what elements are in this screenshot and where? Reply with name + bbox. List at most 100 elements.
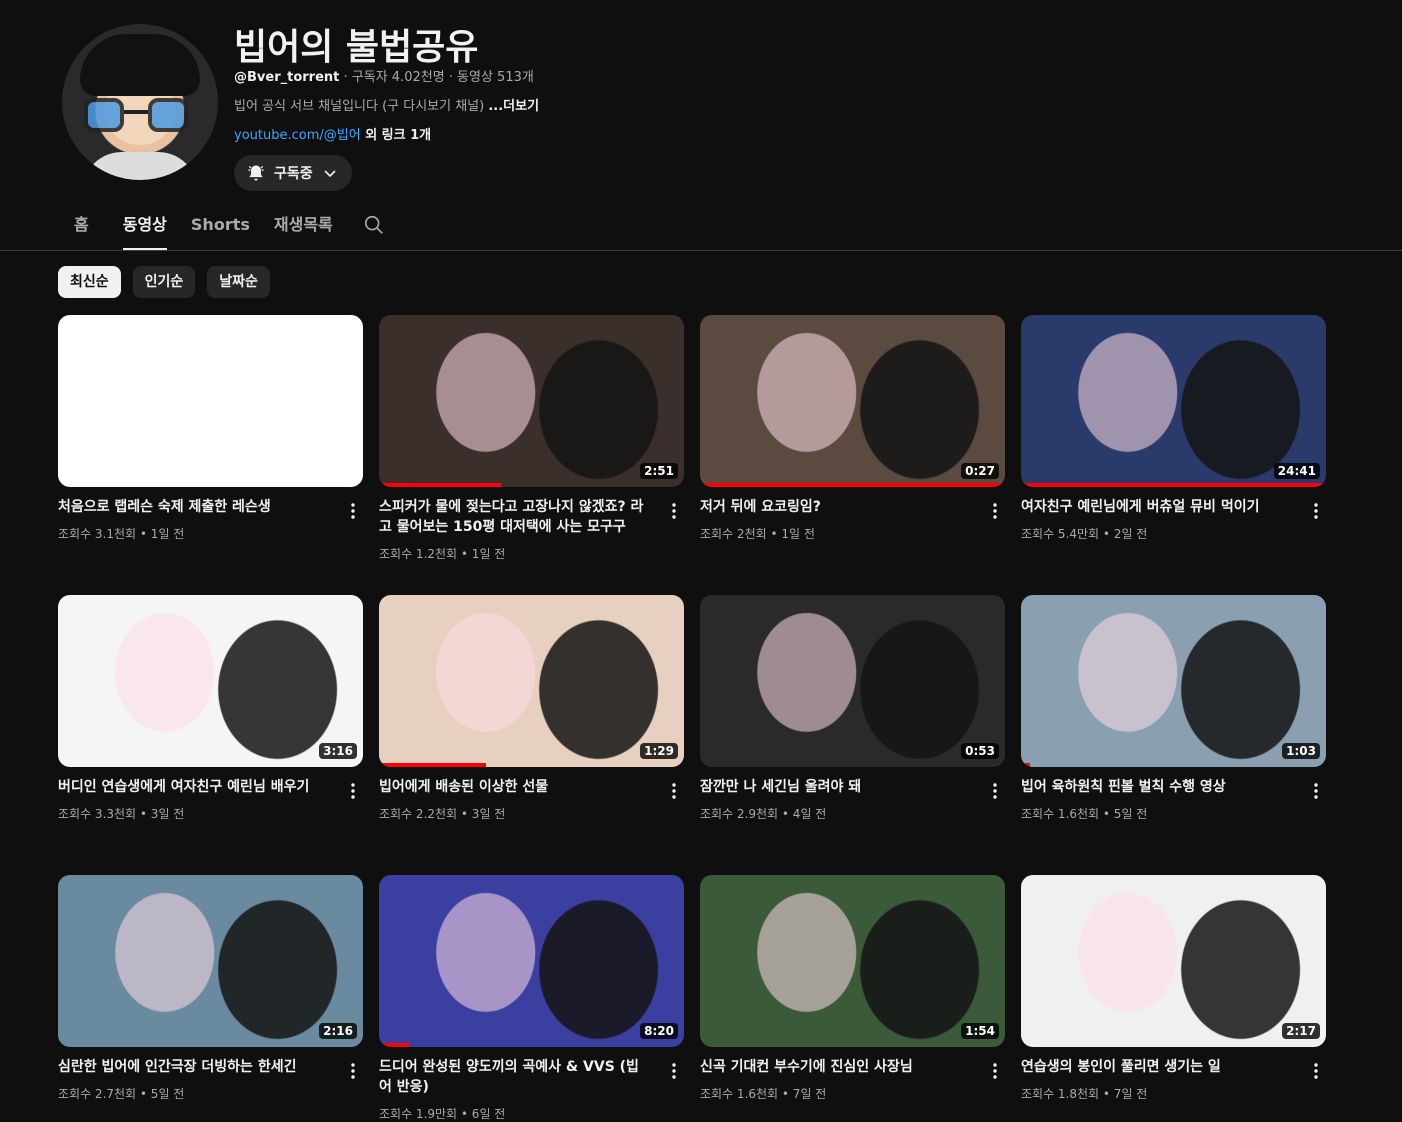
video-duration: 0:53 — [961, 743, 999, 759]
video-meta: 조회수 5.4만회 • 2일 전 — [1021, 527, 1148, 541]
thumbnail-art — [700, 315, 1005, 487]
video-meta: 조회수 1.8천회 • 7일 전 — [1021, 1087, 1148, 1101]
thumbnail-art — [700, 595, 1005, 767]
video-thumbnail[interactable]: 1:03 — [1021, 595, 1326, 767]
video-title[interactable]: 저거 뒤에 요코링임? — [700, 497, 972, 517]
search-icon[interactable] — [363, 214, 385, 236]
video-title[interactable]: 여자친구 예린님에게 버츄얼 뮤비 먹이기 — [1021, 497, 1293, 517]
video-grid: 처음으로 랩레슨 숙제 제출한 레슨생 조회수 3.1천회 • 1일 전 2:51 스… — [58, 315, 1328, 1122]
more-options-icon[interactable] — [343, 501, 363, 521]
video-card[interactable]: 24:41 여자친구 예린님에게 버츄얼 뮤비 먹이기조회수 5.4만회 • 2일… — [1021, 315, 1326, 595]
watch-progress-bar — [1021, 763, 1031, 767]
channel-header: 빕어의 불법공유 @Bver_torrent · 구독자 4.02천명 · 동영… — [62, 18, 1362, 198]
more-options-icon[interactable] — [343, 781, 363, 801]
thumbnail-art — [379, 595, 684, 767]
more-options-icon[interactable] — [664, 501, 684, 521]
video-card[interactable]: 2:51 스피커가 물에 젖는다고 고장나지 않겠죠? 라고 물어보는 150평 … — [379, 315, 684, 595]
more-options-icon[interactable] — [985, 501, 1005, 521]
video-card[interactable]: 1:29 빕어에게 배송된 이상한 선물조회수 2.2천회 • 3일 전 — [379, 595, 684, 875]
thumbnail-art — [1021, 875, 1326, 1047]
video-card[interactable]: 2:17 연습생의 봉인이 풀리면 생기는 일조회수 1.8천회 • 7일 전 — [1021, 875, 1326, 1122]
video-meta: 조회수 1.6천회 • 5일 전 — [1021, 807, 1148, 821]
tab-playlists[interactable]: 재생목록 — [274, 200, 333, 250]
video-title[interactable]: 빕어 육하원칙 핀볼 벌칙 수행 영상 — [1021, 777, 1293, 797]
video-meta: 조회수 2.2천회 • 3일 전 — [379, 807, 506, 821]
avatar-glasses-right — [148, 98, 188, 132]
more-options-icon[interactable] — [985, 781, 1005, 801]
thumbnail-art — [58, 875, 363, 1047]
video-thumbnail[interactable]: 8:20 — [379, 875, 684, 1047]
video-duration: 1:03 — [1282, 743, 1320, 759]
video-thumbnail[interactable]: 3:16 — [58, 595, 363, 767]
video-title[interactable]: 빕어에게 배송된 이상한 선물 — [379, 777, 651, 797]
video-meta: 조회수 1.6천회 • 7일 전 — [700, 1087, 827, 1101]
video-title[interactable]: 스피커가 물에 젖는다고 고장나지 않겠죠? 라고 물어보는 150평 대저택에… — [379, 497, 651, 537]
more-options-icon[interactable] — [343, 1061, 363, 1081]
more-options-icon[interactable] — [664, 1061, 684, 1081]
channel-avatar[interactable] — [62, 24, 218, 180]
thumbnail-art — [379, 315, 684, 487]
more-links[interactable]: 외 링크 1개 — [361, 128, 431, 143]
video-meta: 조회수 2.9천회 • 4일 전 — [700, 807, 827, 821]
more-options-icon[interactable] — [985, 1061, 1005, 1081]
tabs-divider — [0, 250, 1402, 251]
video-duration: 1:54 — [961, 1023, 999, 1039]
more-options-icon[interactable] — [1306, 1061, 1326, 1081]
thumbnail-art — [58, 595, 363, 767]
video-title[interactable]: 심란한 빕어에 인간극장 더빙하는 한세긴 — [58, 1057, 330, 1077]
channel-title: 빕어의 불법공유 — [234, 27, 479, 68]
video-duration: 24:41 — [1273, 463, 1320, 479]
subscribed-label: 구독중 — [274, 166, 313, 182]
channel-link[interactable]: youtube.com/@빕어 — [234, 128, 361, 143]
channel-stats: · 구독자 4.02천명 · 동영상 513개 — [339, 70, 534, 85]
video-title[interactable]: 잠깐만 나 세긴님 울려야 돼 — [700, 777, 972, 797]
chip-oldest[interactable]: 날짜순 — [207, 266, 270, 298]
video-thumbnail[interactable]: 2:17 — [1021, 875, 1326, 1047]
video-card[interactable]: 1:03 빕어 육하원칙 핀볼 벌칙 수행 영상조회수 1.6천회 • 5일 전 — [1021, 595, 1326, 875]
video-title[interactable]: 버디인 연습생에게 여자친구 예린님 배우기 — [58, 777, 330, 797]
video-thumbnail[interactable] — [58, 315, 363, 487]
watch-progress-bar — [379, 483, 501, 487]
video-title[interactable]: 연습생의 봉인이 풀리면 생기는 일 — [1021, 1057, 1293, 1077]
video-title[interactable]: 드디어 완성된 양도끼의 곡예사 & VVS (빕어 반응) — [379, 1057, 651, 1097]
video-thumbnail[interactable]: 1:29 — [379, 595, 684, 767]
chevron-down-icon — [324, 170, 336, 178]
sort-chips: 최신순 인기순 날짜순 — [58, 266, 270, 298]
video-duration: 3:16 — [319, 743, 357, 759]
thumbnail-art — [379, 875, 684, 1047]
channel-handle: @Bver_torrent — [234, 70, 340, 85]
tab-home[interactable]: 홈 — [74, 200, 89, 250]
video-card[interactable]: 처음으로 랩레슨 숙제 제출한 레슨생 조회수 3.1천회 • 1일 전 — [58, 315, 363, 595]
video-card[interactable]: 0:53 잠깐만 나 세긴님 울려야 돼조회수 2.9천회 • 4일 전 — [700, 595, 1005, 875]
channel-description[interactable]: 빕어 공식 서브 채널입니다 (구 다시보기 채널) ...더보기 — [234, 95, 539, 114]
video-thumbnail[interactable]: 0:53 — [700, 595, 1005, 767]
video-title[interactable]: 신곡 기대컨 부수기에 진심인 사장님 — [700, 1057, 972, 1077]
subscribed-button[interactable]: 구독중 — [234, 155, 352, 191]
watch-progress-bar — [379, 1043, 410, 1047]
video-card[interactable]: 3:16 버디인 연습생에게 여자친구 예린님 배우기조회수 3.3천회 • 3일… — [58, 595, 363, 875]
more-link[interactable]: ...더보기 — [488, 99, 539, 114]
tab-shorts[interactable]: Shorts — [191, 200, 250, 250]
more-options-icon[interactable] — [664, 781, 684, 801]
chip-popular[interactable]: 인기순 — [132, 266, 196, 298]
video-thumbnail[interactable]: 0:27 — [700, 315, 1005, 487]
channel-meta: @Bver_torrent · 구독자 4.02천명 · 동영상 513개 — [234, 66, 534, 85]
chip-latest[interactable]: 최신순 — [58, 266, 121, 298]
video-duration: 2:16 — [319, 1023, 357, 1039]
video-thumbnail[interactable]: 1:54 — [700, 875, 1005, 1047]
video-title[interactable]: 처음으로 랩레슨 숙제 제출한 레슨생 — [58, 497, 330, 517]
video-card[interactable]: 1:54 신곡 기대컨 부수기에 진심인 사장님조회수 1.6천회 • 7일 전 — [700, 875, 1005, 1122]
video-card[interactable]: 2:16 심란한 빕어에 인간극장 더빙하는 한세긴 조회수 2.7천회 • 5일 … — [58, 875, 363, 1122]
video-thumbnail[interactable]: 2:51 — [379, 315, 684, 487]
tab-videos[interactable]: 동영상 — [122, 200, 168, 250]
video-thumbnail[interactable]: 24:41 — [1021, 315, 1326, 487]
video-thumbnail[interactable]: 2:16 — [58, 875, 363, 1047]
more-options-icon[interactable] — [1306, 501, 1326, 521]
thumbnail-art — [1021, 595, 1326, 767]
description-text: 빕어 공식 서브 채널입니다 (구 다시보기 채널) — [234, 99, 489, 114]
more-options-icon[interactable] — [1306, 781, 1326, 801]
video-meta: 조회수 3.3천회 • 3일 전 — [58, 807, 185, 821]
video-duration: 0:27 — [961, 463, 999, 479]
video-card[interactable]: 8:20 드디어 완성된 양도끼의 곡예사 & VVS (빕어 반응) 조회수 1.… — [379, 875, 684, 1122]
video-card[interactable]: 0:27 저거 뒤에 요코링임? 조회수 2천회 • 1일 전 — [700, 315, 1005, 595]
